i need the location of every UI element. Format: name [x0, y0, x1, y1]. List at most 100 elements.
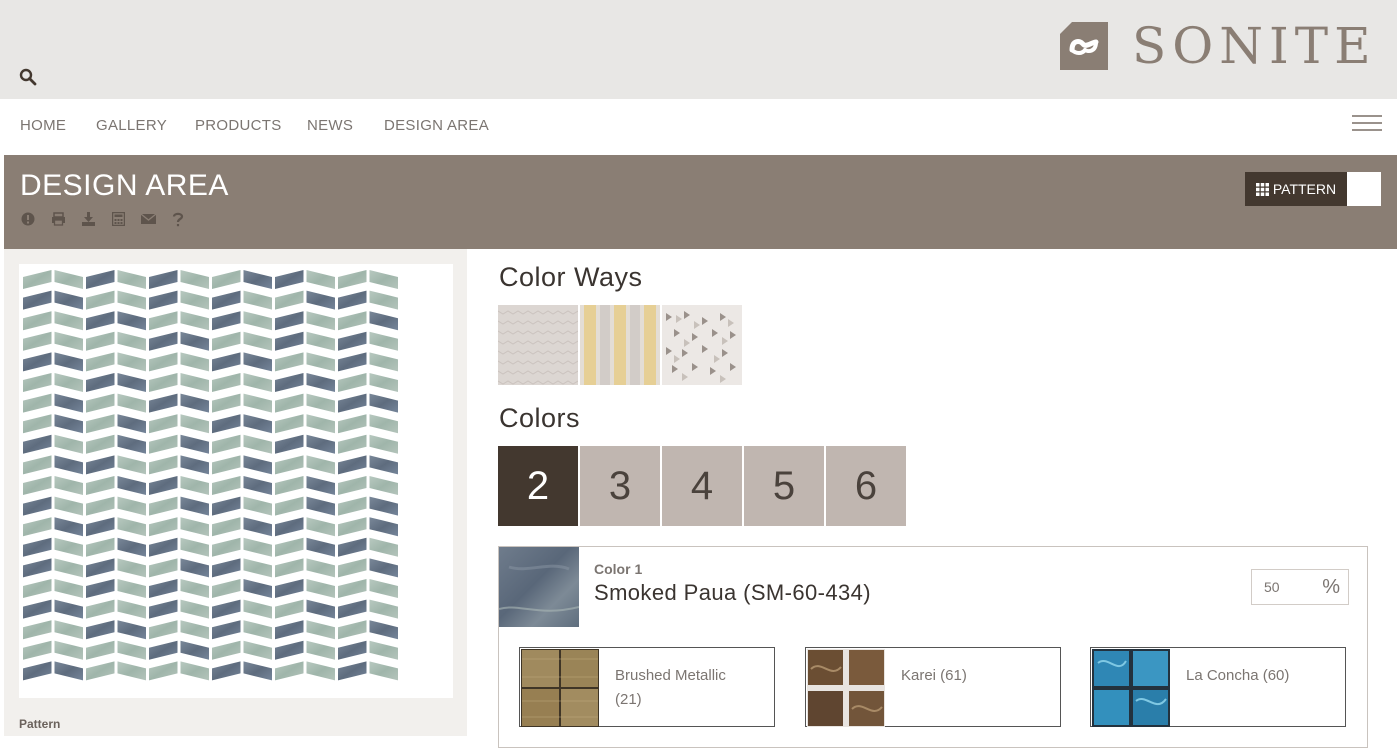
mosaic-tile	[54, 393, 83, 413]
color-count-3[interactable]: 3	[580, 446, 660, 526]
pattern-preview[interactable]	[19, 264, 453, 698]
mosaic-tile	[275, 640, 304, 660]
material-brushed-metallic[interactable]: Brushed Metallic (21)	[519, 647, 775, 727]
view-toggle-button[interactable]	[1347, 172, 1381, 206]
email-icon[interactable]	[140, 211, 156, 227]
mosaic-tile	[243, 393, 272, 413]
mosaic-tile	[275, 373, 304, 392]
material-label: Karei (61)	[901, 667, 967, 684]
mosaic-tile	[338, 640, 367, 660]
color-count-2[interactable]: 2	[498, 446, 578, 526]
mosaic-tile	[243, 599, 272, 619]
mosaic-tile	[23, 517, 52, 537]
mosaic-tile	[338, 558, 367, 578]
mosaic-tile	[338, 311, 367, 331]
mosaic-tile	[243, 496, 272, 516]
mosaic-tile	[23, 620, 52, 640]
mosaic-tile	[54, 455, 83, 475]
mosaic-tile	[275, 270, 304, 289]
mosaic-tile	[212, 537, 241, 557]
color-count-6[interactable]: 6	[826, 446, 906, 526]
percent-field[interactable]: %	[1251, 569, 1349, 605]
mosaic-tile	[23, 537, 52, 557]
color-way-2[interactable]	[580, 305, 660, 385]
mosaic-tile	[149, 331, 178, 351]
color-count-4[interactable]: 4	[662, 446, 742, 526]
mosaic-tile	[243, 661, 272, 681]
percent-input[interactable]	[1264, 579, 1314, 595]
mosaic-tile	[86, 517, 115, 537]
mosaic-tile	[149, 414, 178, 434]
material-label: La Concha (60)	[1186, 667, 1290, 684]
mosaic-tile	[86, 434, 115, 454]
mosaic-tile	[212, 352, 241, 372]
brand-name: SONITE	[1132, 17, 1377, 75]
mosaic-tile	[117, 434, 146, 454]
mosaic-tile	[306, 331, 335, 351]
mosaic-tile	[54, 476, 83, 495]
mosaic-tile	[212, 373, 241, 392]
mosaic-tile	[23, 331, 52, 351]
mosaic-tile	[180, 311, 209, 331]
mosaic-tile	[243, 620, 272, 640]
mosaic-tile	[23, 393, 52, 413]
mosaic-tile	[54, 352, 83, 372]
mosaic-tile	[338, 476, 367, 495]
print-icon[interactable]	[50, 211, 66, 227]
mosaic-tile	[338, 599, 367, 619]
mosaic-tile	[180, 270, 209, 289]
mosaic-tile	[243, 537, 272, 557]
mosaic-tile	[243, 270, 272, 289]
download-icon[interactable]	[80, 211, 96, 227]
hamburger-icon[interactable]	[1352, 115, 1382, 135]
mosaic-tile	[54, 373, 83, 392]
nav-home[interactable]: HOME	[20, 117, 66, 134]
info-icon[interactable]	[20, 211, 36, 227]
mosaic-tile	[86, 373, 115, 392]
mosaic-tile	[338, 352, 367, 372]
mosaic-tile	[212, 620, 241, 640]
material-la-concha[interactable]: La Concha (60)	[1090, 647, 1346, 727]
mosaic-tile	[149, 311, 178, 331]
mosaic-tile	[243, 311, 272, 331]
smoked-paua-swatch-image	[498, 547, 580, 627]
mosaic-tile	[180, 599, 209, 619]
mosaic-tile	[180, 476, 209, 495]
mosaic-tile	[117, 290, 146, 310]
mosaic-tile	[369, 620, 398, 640]
mosaic-tile	[54, 311, 83, 331]
color-way-1[interactable]	[498, 305, 578, 385]
nav-news[interactable]: NEWS	[307, 117, 353, 134]
search-icon[interactable]	[19, 68, 37, 86]
main-nav: HOME GALLERY PRODUCTS NEWS DESIGN AREA	[4, 99, 1397, 155]
mosaic-tile	[369, 558, 398, 578]
color-way-3-image	[662, 305, 742, 385]
mosaic-tile	[23, 579, 52, 598]
calculator-icon[interactable]	[110, 211, 126, 227]
nav-design-area[interactable]: DESIGN AREA	[384, 117, 489, 134]
mosaic-tile	[54, 517, 83, 537]
color-1-swatch[interactable]	[498, 547, 580, 627]
color-count-5[interactable]: 5	[744, 446, 824, 526]
mosaic-tile	[306, 290, 335, 310]
mosaic-tile	[117, 496, 146, 516]
mosaic-tile	[306, 599, 335, 619]
mosaic-tile	[306, 496, 335, 516]
color-way-2-image	[580, 305, 660, 385]
mosaic-tile	[86, 579, 115, 598]
brand-logo[interactable]: SONITE	[1058, 20, 1377, 72]
mosaic-tile	[117, 661, 146, 681]
mosaic-tile	[117, 373, 146, 392]
chevron-pattern-image	[23, 270, 398, 681]
mosaic-tile	[180, 331, 209, 351]
help-icon[interactable]	[170, 211, 186, 227]
color-way-3[interactable]	[662, 305, 742, 385]
pattern-button[interactable]: PATTERN	[1245, 172, 1347, 206]
color-1-label: Color 1	[594, 561, 643, 577]
mosaic-tile	[275, 414, 304, 434]
material-karei[interactable]: Karei (61)	[805, 647, 1061, 727]
nav-gallery[interactable]: GALLERY	[96, 117, 167, 134]
mosaic-tile	[338, 517, 367, 537]
nav-products[interactable]: PRODUCTS	[195, 117, 282, 134]
mosaic-tile	[243, 414, 272, 434]
